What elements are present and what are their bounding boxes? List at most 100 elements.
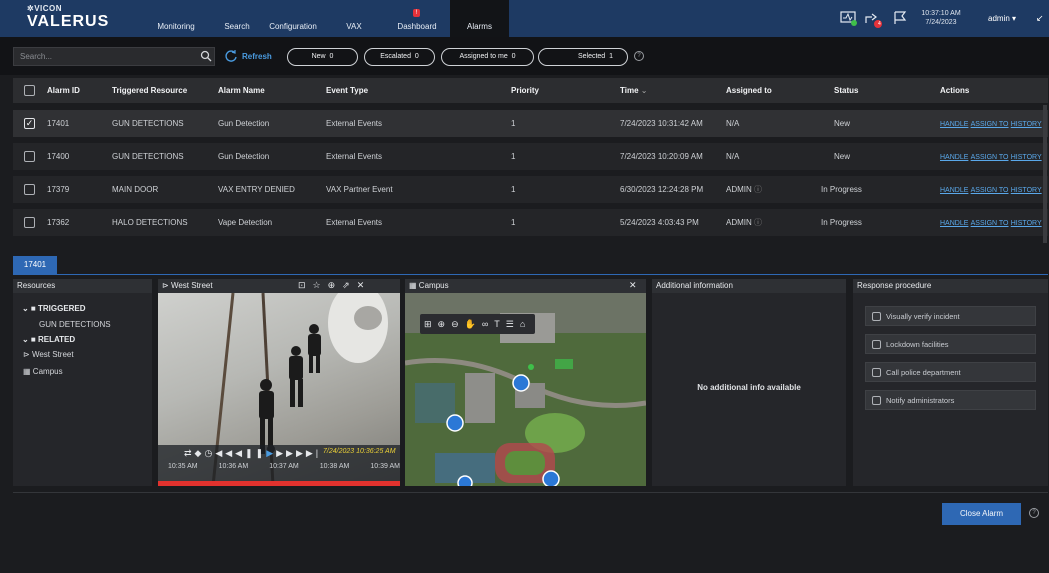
col-alarm-name[interactable]: Alarm Name: [218, 78, 265, 103]
fast-forward-icon[interactable]: ▶▶: [276, 448, 296, 458]
skip-end-icon[interactable]: ▶|: [306, 448, 321, 458]
video-timeline[interactable]: 10:35 AM 10:36 AM 10:37 AM 10:38 AM 10:3…: [168, 463, 400, 470]
step-back-icon[interactable]: ◀: [235, 448, 245, 458]
help-icon[interactable]: ?: [1029, 508, 1039, 518]
refresh-button[interactable]: Refresh: [242, 52, 272, 61]
table-scrollbar[interactable]: [1043, 105, 1047, 243]
collapse-arrow-icon[interactable]: ↙: [1036, 13, 1044, 24]
tab-alarm-17401[interactable]: 17401: [13, 256, 57, 274]
tree-item-campus[interactable]: ▦ Campus: [23, 367, 63, 376]
tree-item-gun-detections[interactable]: GUN DETECTIONS: [39, 320, 111, 329]
table-row[interactable]: 17362 HALO DETECTIONS Vape Detection Ext…: [13, 209, 1048, 236]
snapshot-icon[interactable]: ⊡: [298, 280, 313, 290]
handle-link[interactable]: HANDLE: [940, 220, 968, 227]
nav-configuration[interactable]: Configuration: [260, 0, 326, 37]
step-checkbox[interactable]: [872, 340, 881, 349]
close-icon[interactable]: ✕: [357, 280, 372, 290]
col-assigned-to[interactable]: Assigned to: [726, 78, 772, 103]
col-alarm-id[interactable]: Alarm ID: [47, 78, 80, 103]
map-layers-icon[interactable]: ⊞: [424, 319, 438, 329]
assign-to-link[interactable]: ASSIGN TO: [971, 154, 1009, 161]
cell-name: Vape Detection: [218, 218, 273, 227]
col-time[interactable]: Time ⌄: [620, 78, 647, 103]
step-checkbox[interactable]: [872, 396, 881, 405]
table-row[interactable]: ✓ 17401 GUN DETECTIONS Gun Detection Ext…: [13, 110, 1048, 137]
nav-vax[interactable]: VAX: [339, 0, 369, 37]
procedure-step[interactable]: Notify administrators: [865, 390, 1036, 410]
nav-alarms[interactable]: Alarms: [450, 0, 509, 37]
camera-video[interactable]: ⇄◆◷◀◀◀❚❚▶▶▶▶▶| 7/24/2023 10:36:25 AM 10:…: [158, 293, 400, 486]
clock-icon[interactable]: ◷: [204, 448, 215, 458]
flag-icon[interactable]: [893, 11, 909, 25]
row-checkbox[interactable]: [24, 184, 35, 195]
nav-search[interactable]: Search: [217, 0, 257, 37]
play-icon[interactable]: ▶: [266, 448, 276, 458]
filter-assigned-to-me[interactable]: Assigned to me 0: [441, 48, 534, 66]
home-icon[interactable]: ⌂: [520, 319, 531, 329]
filter-selected[interactable]: Selected 1: [538, 48, 628, 66]
close-alarm-button[interactable]: Close Alarm: [942, 503, 1021, 525]
map-icon: ▦: [409, 281, 417, 290]
search-icon[interactable]: [200, 50, 212, 62]
assign-to-link[interactable]: ASSIGN TO: [971, 187, 1009, 194]
table-row[interactable]: 17400 GUN DETECTIONS Gun Detection Exter…: [13, 143, 1048, 170]
close-icon[interactable]: ✕: [629, 280, 637, 291]
procedure-step[interactable]: Call police department: [865, 362, 1036, 382]
tree-triggered[interactable]: ⌄ ■ TRIGGERED: [22, 304, 86, 313]
filter-new[interactable]: New 0: [287, 48, 358, 66]
monitor-status-icon[interactable]: [840, 11, 857, 26]
link-icon[interactable]: ∞: [482, 319, 494, 329]
tree-related[interactable]: ⌄ ■ RELATED: [22, 335, 75, 344]
history-link[interactable]: HISTORY: [1011, 187, 1042, 194]
procedure-step[interactable]: Lockdown facilities: [865, 334, 1036, 354]
step-forward-icon[interactable]: ▶: [296, 448, 306, 458]
tree-related-label: RELATED: [37, 335, 76, 344]
pan-icon[interactable]: ✋: [465, 319, 482, 329]
col-priority[interactable]: Priority: [511, 78, 539, 103]
note-icon[interactable]: ☰: [506, 319, 520, 329]
step-checkbox[interactable]: [872, 312, 881, 321]
search-input[interactable]: Search...: [13, 47, 215, 66]
help-icon[interactable]: ?: [634, 51, 644, 61]
handle-link[interactable]: HANDLE: [940, 121, 968, 128]
filter-escalated[interactable]: Escalated 0: [364, 48, 435, 66]
row-checkbox[interactable]: [24, 217, 35, 228]
map-title: Campus: [418, 281, 449, 290]
zoom-out-icon[interactable]: ⊖: [451, 319, 465, 329]
row-checkbox-checked[interactable]: ✓: [24, 118, 35, 129]
zoom-icon[interactable]: ⊕: [328, 280, 343, 290]
tree-item-west-street[interactable]: ⊳ West Street: [23, 350, 74, 359]
rewind-icon[interactable]: ◀◀: [215, 448, 235, 458]
handle-link[interactable]: HANDLE: [940, 187, 968, 194]
clip-icon[interactable]: ◆: [195, 448, 205, 458]
user-menu[interactable]: admin ▾: [988, 14, 1016, 23]
campus-map[interactable]: ⊞⊕⊖✋∞T☰⌂: [405, 293, 646, 486]
loop-icon[interactable]: ⇄: [184, 448, 195, 458]
text-icon[interactable]: T: [494, 319, 506, 329]
history-link[interactable]: HISTORY: [1011, 154, 1042, 161]
col-event-type[interactable]: Event Type: [326, 78, 368, 103]
zoom-in-icon[interactable]: ⊕: [438, 319, 452, 329]
select-all-checkbox[interactable]: [24, 85, 35, 96]
procedure-step[interactable]: Visually verify incident: [865, 306, 1036, 326]
filter-label: New: [311, 53, 326, 60]
col-triggered-resource[interactable]: Triggered Resource: [112, 78, 187, 103]
handle-link[interactable]: HANDLE: [940, 154, 968, 161]
info-icon[interactable]: ⓘ: [754, 185, 762, 194]
nav-dashboard[interactable]: Dashboard: [390, 0, 444, 37]
history-link[interactable]: HISTORY: [1011, 121, 1042, 128]
col-status[interactable]: Status: [834, 78, 858, 103]
table-row[interactable]: 17379 MAIN DOOR VAX ENTRY DENIED VAX Par…: [13, 176, 1048, 203]
row-checkbox[interactable]: [24, 151, 35, 162]
pause-icon[interactable]: ❚❚: [245, 448, 266, 458]
col-actions: Actions: [940, 86, 970, 95]
history-link[interactable]: HISTORY: [1011, 220, 1042, 227]
assign-to-link[interactable]: ASSIGN TO: [971, 121, 1009, 128]
share-icon[interactable]: ⇗: [342, 280, 357, 290]
star-icon[interactable]: ☆: [313, 280, 328, 290]
refresh-icon[interactable]: [224, 49, 238, 63]
step-checkbox[interactable]: [872, 368, 881, 377]
assign-to-link[interactable]: ASSIGN TO: [971, 220, 1009, 227]
info-icon[interactable]: ⓘ: [754, 218, 762, 227]
nav-monitoring[interactable]: Monitoring: [148, 0, 204, 37]
